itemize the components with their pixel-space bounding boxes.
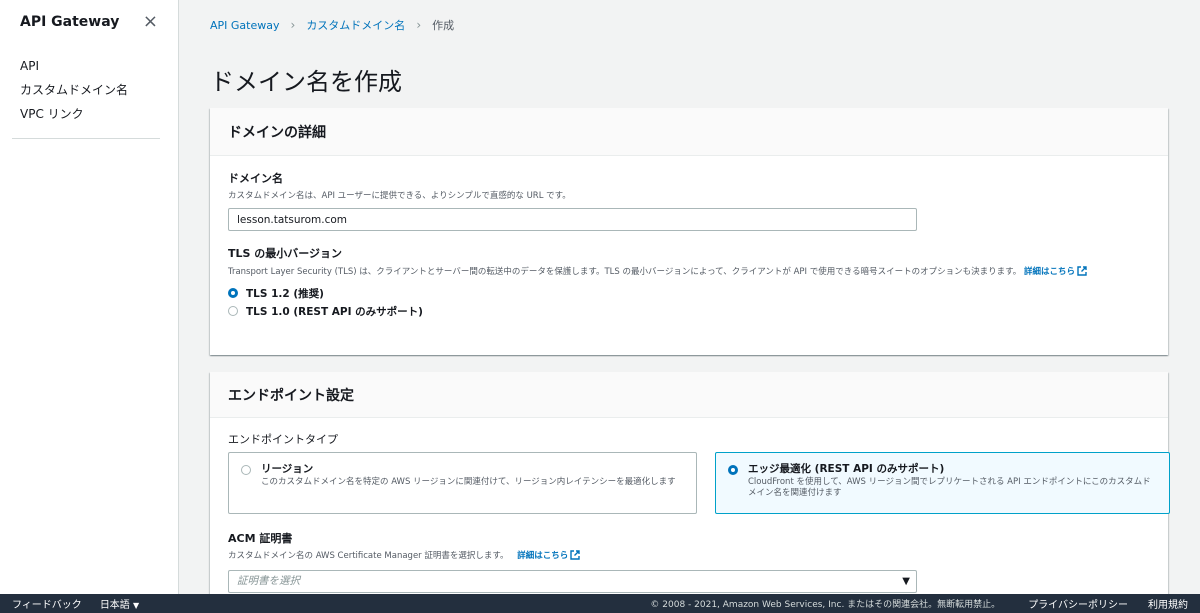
acm-learn-more-text: 詳細はこちら	[517, 551, 569, 561]
panel-body: エンドポイントタイプ リージョン このカスタムドメイン名を特定の AWS リージ…	[210, 431, 1170, 593]
radio-unselected-icon[interactable]	[241, 465, 251, 475]
acm-certificate-label: ACM 証明書	[228, 532, 293, 545]
panel-header: エンドポイント設定	[210, 372, 1168, 418]
breadcrumb-current: 作成	[432, 19, 455, 32]
page-title: ドメイン名を作成	[210, 68, 402, 96]
chevron-right-icon: ›	[416, 18, 422, 32]
endpoint-settings-panel: エンドポイント設定 エンドポイントタイプ リージョン このカスタムドメイン名を特…	[210, 372, 1170, 594]
tls-learn-more-text: 詳細はこちら	[1023, 267, 1075, 277]
sidebar-divider	[12, 138, 160, 139]
breadcrumb-link-custom-domain-names[interactable]: カスタムドメイン名	[306, 17, 405, 33]
main-content: API Gateway › カスタムドメイン名 › 作成 ドメイン名を作成 ドメ…	[180, 0, 1200, 594]
sidebar-item-vpc-links[interactable]: VPC リンク	[0, 102, 178, 126]
acm-certificate-description: カスタムドメイン名の AWS Certificate Manager 証明書を選…	[228, 550, 1150, 562]
footer-left: フィードバック 日本語 ▼	[12, 596, 139, 611]
acm-description-text: カスタムドメイン名の AWS Certificate Manager 証明書を選…	[228, 551, 509, 561]
tls-option-label: TLS 1.0 (REST API のみサポート)	[246, 305, 423, 318]
tls-option-1-0[interactable]: TLS 1.0 (REST API のみサポート)	[228, 302, 1150, 320]
radio-selected-icon[interactable]	[728, 465, 738, 475]
panel-heading: エンドポイント設定	[228, 387, 354, 404]
acm-certificate-select[interactable]: 証明書を選択 ▼	[228, 570, 917, 593]
endpoint-type-tiles: リージョン このカスタムドメイン名を特定の AWS リージョンに関連付けて、リー…	[228, 452, 1170, 514]
language-selector[interactable]: 日本語 ▼	[100, 596, 139, 611]
panel-header: ドメインの詳細	[210, 108, 1168, 156]
sidebar-header: API Gateway ×	[0, 0, 178, 44]
footer-right: © 2008 - 2021, Amazon Web Services, Inc.…	[650, 596, 1188, 611]
tls-option-1-2[interactable]: TLS 1.2 (推奨)	[228, 284, 1150, 302]
close-icon[interactable]: ×	[143, 13, 158, 31]
tls-version-label: TLS の最小バージョン	[228, 247, 343, 260]
breadcrumb: API Gateway › カスタムドメイン名 › 作成	[210, 17, 454, 33]
external-link-icon	[570, 550, 580, 560]
select-placeholder: 証明書を選択	[237, 575, 300, 587]
tls-description-text: Transport Layer Security (TLS) は、クライアントと…	[228, 267, 1022, 277]
tls-learn-more-link[interactable]: 詳細はこちら	[1023, 266, 1087, 277]
sidebar-nav: API カスタムドメイン名 VPC リンク	[0, 44, 178, 126]
panel-body: ドメイン名 カスタムドメイン名は、API ユーザーに提供できる、よりシンプルで直…	[210, 170, 1168, 320]
footer: フィードバック 日本語 ▼ © 2008 - 2021, Amazon Web …	[0, 594, 1200, 613]
sidebar-item-custom-domain-names[interactable]: カスタムドメイン名	[0, 78, 178, 102]
language-label: 日本語	[99, 600, 130, 611]
endpoint-type-regional-tile[interactable]: リージョン このカスタムドメイン名を特定の AWS リージョンに関連付けて、リー…	[228, 452, 697, 514]
caret-down-icon: ▼	[902, 576, 910, 587]
domain-name-label: ドメイン名	[228, 172, 283, 185]
radio-selected-icon[interactable]	[228, 288, 238, 298]
external-link-icon	[1077, 266, 1087, 276]
breadcrumb-link-api-gateway[interactable]: API Gateway	[210, 19, 280, 32]
domain-details-panel: ドメインの詳細 ドメイン名 カスタムドメイン名は、API ユーザーに提供できる、…	[210, 108, 1168, 355]
tile-description: このカスタムドメイン名を特定の AWS リージョンに関連付けて、リージョン内レイ…	[261, 477, 676, 487]
sidebar: API Gateway × API カスタムドメイン名 VPC リンク	[0, 0, 179, 594]
terms-link[interactable]: 利用規約	[1148, 596, 1188, 611]
acm-learn-more-link[interactable]: 詳細はこちら	[517, 550, 580, 561]
tls-option-label: TLS 1.2 (推奨)	[246, 287, 324, 300]
feedback-link[interactable]: フィードバック	[12, 596, 82, 611]
tile-title: リージョン	[261, 463, 314, 475]
domain-name-input[interactable]	[228, 208, 917, 231]
endpoint-type-label: エンドポイントタイプ	[228, 433, 338, 446]
domain-name-description: カスタムドメイン名は、API ユーザーに提供できる、よりシンプルで直感的な UR…	[228, 191, 571, 201]
tile-title: エッジ最適化 (REST API のみサポート)	[748, 463, 945, 475]
privacy-policy-link[interactable]: プライバシーポリシー	[1028, 596, 1128, 611]
sidebar-item-api[interactable]: API	[0, 54, 178, 78]
radio-unselected-icon[interactable]	[228, 306, 238, 316]
chevron-right-icon: ›	[290, 18, 296, 32]
caret-down-icon: ▼	[133, 601, 140, 610]
tls-version-description: Transport Layer Security (TLS) は、クライアントと…	[228, 266, 1150, 278]
panel-heading: ドメインの詳細	[228, 124, 326, 141]
endpoint-type-edge-tile[interactable]: エッジ最適化 (REST API のみサポート) CloudFront を使用し…	[715, 452, 1170, 514]
tile-description: CloudFront を使用して、AWS リージョン間でレプリケートされる AP…	[748, 477, 1151, 498]
sidebar-title[interactable]: API Gateway	[20, 14, 119, 30]
copyright-text: © 2008 - 2021, Amazon Web Services, Inc.…	[650, 600, 1001, 610]
